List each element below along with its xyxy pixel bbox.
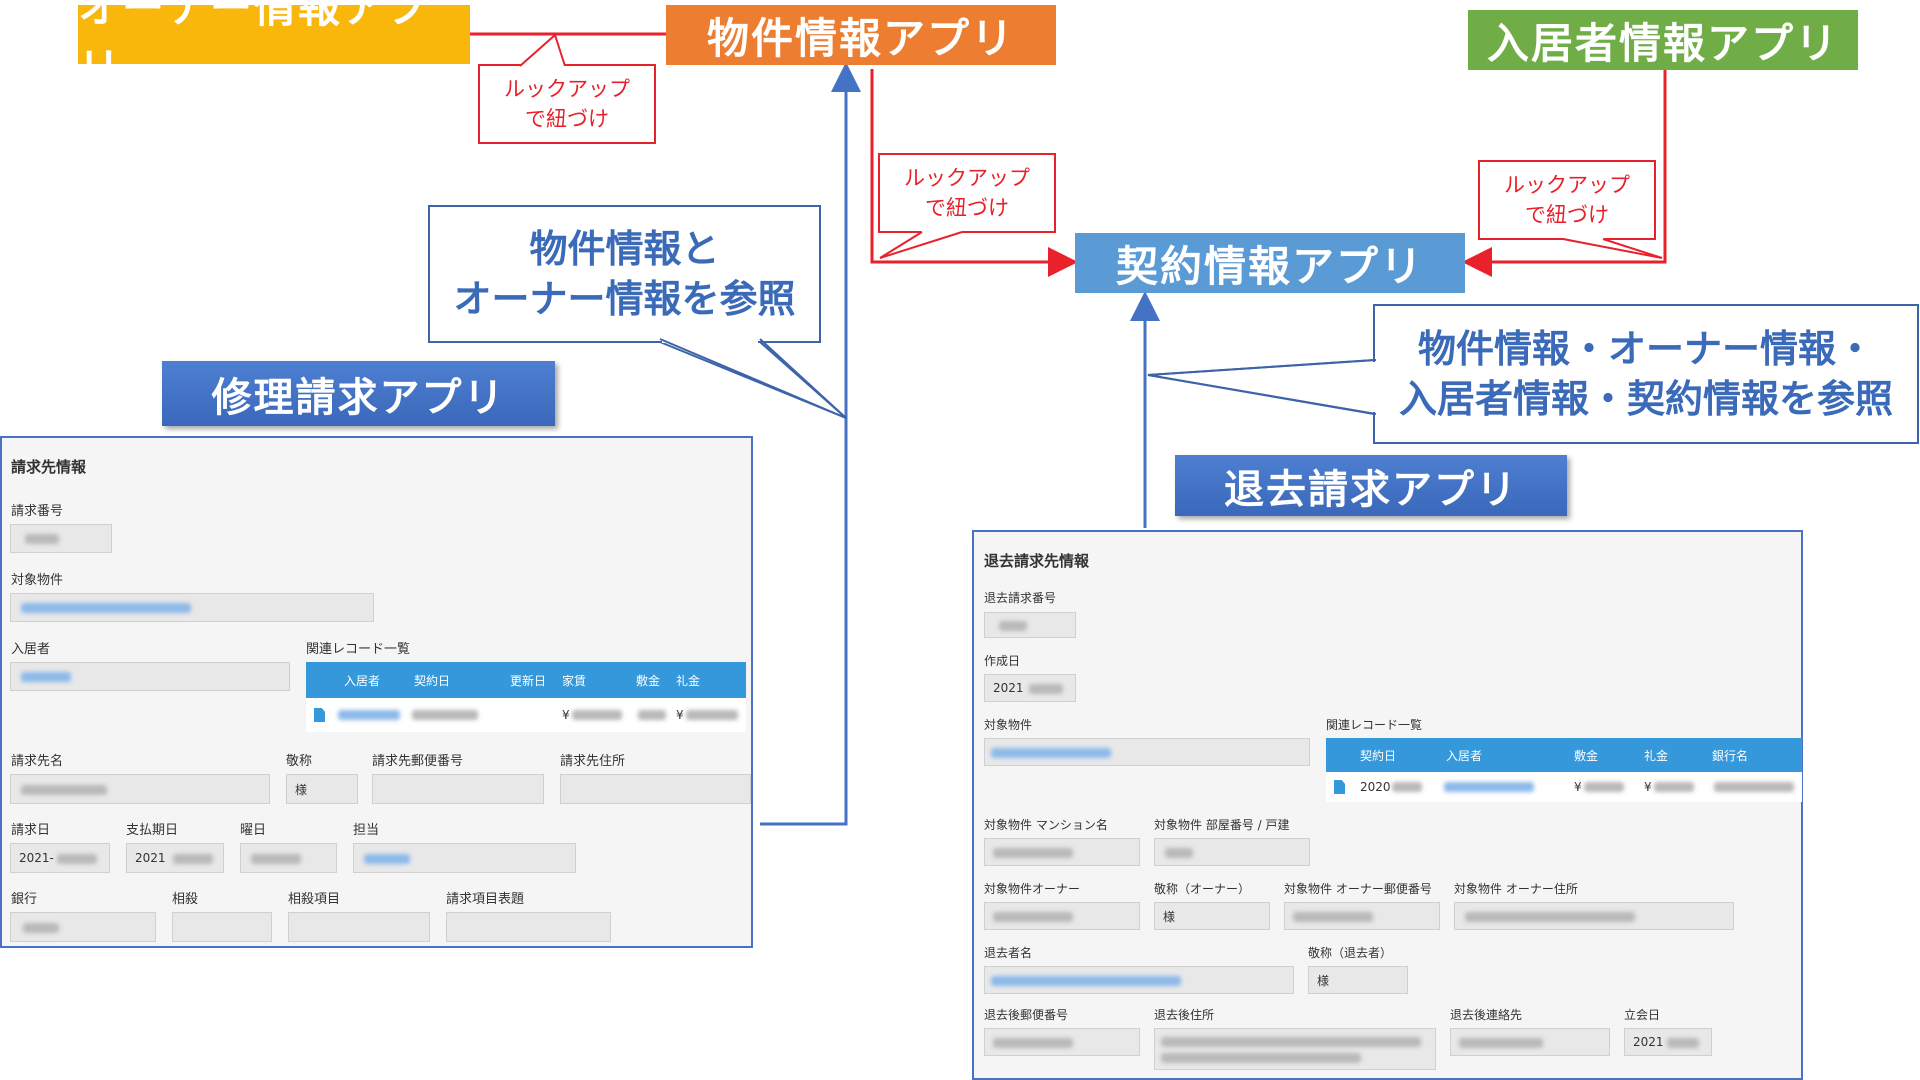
after-contact-label: 退去後連絡先 (1450, 1008, 1523, 1022)
honorific-value: 様 (295, 782, 308, 797)
billto-address-field[interactable] (560, 774, 751, 804)
billto-address-label: 請求先住所 (560, 754, 626, 769)
rent-yen: ¥ (562, 708, 570, 722)
request-number-label: 請求番号 (11, 504, 64, 519)
repair-request-form: 請求先情報 請求番号 対象物件 入居者 関連レコード一覧 入居者 契約日 更新日… (0, 436, 753, 948)
repair-request-app: 修理請求アプリ (162, 361, 555, 426)
related-records-label: 関連レコード一覧 (1326, 718, 1423, 732)
leaver-name-label: 退去者名 (984, 946, 1033, 960)
owner-zip-field[interactable] (1284, 902, 1440, 930)
col-contract-date: 契約日 (1360, 748, 1397, 763)
related-records-header: 入居者 契約日 更新日 家賃 敷金 礼金 (306, 662, 746, 698)
leaver-honorific-label: 敬称（退去者） (1308, 946, 1393, 960)
owner-field[interactable] (984, 902, 1140, 930)
weekday-label: 曜日 (240, 823, 267, 838)
related-records-label: 関連レコード一覧 (306, 642, 411, 657)
offset-item-field[interactable] (288, 912, 430, 942)
property-field[interactable] (10, 593, 374, 622)
col-renew-date: 更新日 (510, 673, 547, 688)
attend-date-field[interactable]: 2021 (1624, 1028, 1712, 1056)
billto-name-field[interactable] (10, 774, 270, 804)
bank-field[interactable] (10, 912, 156, 942)
col-contract-date: 契約日 (414, 673, 451, 688)
exit-number-label: 退去請求番号 (984, 591, 1057, 605)
tenant-field[interactable] (10, 662, 290, 691)
leaver-honorific-field[interactable]: 様 (1308, 966, 1408, 994)
col-rent: 家賃 (562, 673, 587, 688)
weekday-field[interactable] (240, 843, 337, 873)
staff-field[interactable] (353, 843, 576, 873)
after-zip-label: 退去後郵便番号 (984, 1008, 1069, 1022)
related-record-row[interactable]: 2020 ¥ ¥ (1326, 772, 1802, 802)
request-number-field[interactable] (10, 524, 112, 553)
item-heading-label: 請求項目表題 (446, 892, 525, 907)
owner-zip-label: 対象物件 オーナー郵便番号 (1284, 882, 1432, 896)
leaver-name-field[interactable] (984, 966, 1294, 994)
billto-zip-field[interactable] (372, 774, 544, 804)
related-records-header: 契約日 入居者 敷金 礼金 銀行名 (1326, 738, 1802, 772)
offset-label: 相殺 (172, 892, 199, 907)
after-address-field[interactable] (1154, 1028, 1436, 1070)
record-icon[interactable] (314, 698, 325, 732)
offset-item-label: 相殺項目 (288, 892, 341, 907)
col-key-money: 礼金 (676, 673, 701, 688)
honorific-label: 敬称 (286, 754, 313, 769)
owner-label: 対象物件オーナー (984, 882, 1081, 896)
exit-request-form: 退去請求先情報 退去請求番号 作成日 2021 対象物件 関連レコード一覧 契約… (972, 530, 1803, 1080)
after-address-label: 退去後住所 (1154, 1008, 1215, 1022)
form-title: 退去請求先情報 (984, 552, 1090, 570)
owner-honorific-value: 様 (1163, 909, 1176, 924)
contract-date-value: 2020 (1360, 780, 1391, 794)
staff-label: 担当 (353, 823, 380, 838)
owner-honorific-label: 敬称（オーナー） (1154, 882, 1251, 896)
offset-field[interactable] (172, 912, 272, 942)
created-date-field[interactable]: 2021 (984, 674, 1076, 702)
request-date-label: 請求日 (11, 823, 51, 838)
room-number-label: 対象物件 部屋番号 / 戸建 (1154, 818, 1290, 832)
created-date-value: 2021 (993, 681, 1024, 695)
pay-date-value: 2021 (135, 851, 166, 865)
tenant-label: 入居者 (11, 642, 51, 657)
form-title: 請求先情報 (11, 458, 87, 476)
request-date-field[interactable]: 2021- (10, 843, 110, 873)
exit-request-app: 退去請求アプリ (1175, 455, 1567, 516)
deposit-yen: ¥ (1574, 780, 1582, 794)
honorific-field[interactable]: 様 (286, 774, 358, 804)
after-zip-field[interactable] (984, 1028, 1140, 1056)
mansion-name-field[interactable] (984, 838, 1140, 866)
mansion-name-label: 対象物件 マンション名 (984, 818, 1108, 832)
col-tenant: 入居者 (344, 673, 381, 688)
owner-address-label: 対象物件 オーナー住所 (1454, 882, 1578, 896)
col-deposit: 敷金 (636, 673, 661, 688)
billto-name-label: 請求先名 (11, 754, 64, 769)
property-field[interactable] (984, 738, 1310, 766)
item-heading-field[interactable] (446, 912, 611, 942)
pay-date-label: 支払期日 (126, 823, 179, 838)
created-date-label: 作成日 (984, 654, 1021, 668)
col-bank-name: 銀行名 (1712, 748, 1749, 763)
property-label: 対象物件 (984, 718, 1033, 732)
record-icon[interactable] (1334, 772, 1345, 802)
billto-zip-label: 請求先郵便番号 (372, 754, 464, 769)
key-money-yen: ¥ (676, 708, 684, 722)
room-number-field[interactable] (1154, 838, 1310, 866)
key-money-yen: ¥ (1644, 780, 1652, 794)
related-record-row[interactable]: ¥ ¥ (306, 698, 746, 732)
exit-number-field[interactable] (984, 612, 1076, 638)
owner-honorific-field[interactable]: 様 (1154, 902, 1270, 930)
after-contact-field[interactable] (1450, 1028, 1610, 1056)
col-deposit: 敷金 (1574, 748, 1599, 763)
col-key-money: 礼金 (1644, 748, 1669, 763)
pay-date-field[interactable]: 2021 (126, 843, 224, 873)
attend-date-value: 2021 (1633, 1035, 1664, 1049)
property-label: 対象物件 (11, 573, 64, 588)
request-date-value: 2021- (19, 851, 54, 865)
attend-date-label: 立会日 (1624, 1008, 1661, 1022)
leaver-honorific-value: 様 (1317, 973, 1330, 988)
owner-address-field[interactable] (1454, 902, 1734, 930)
col-tenant: 入居者 (1446, 748, 1483, 763)
bank-label: 銀行 (11, 892, 38, 907)
